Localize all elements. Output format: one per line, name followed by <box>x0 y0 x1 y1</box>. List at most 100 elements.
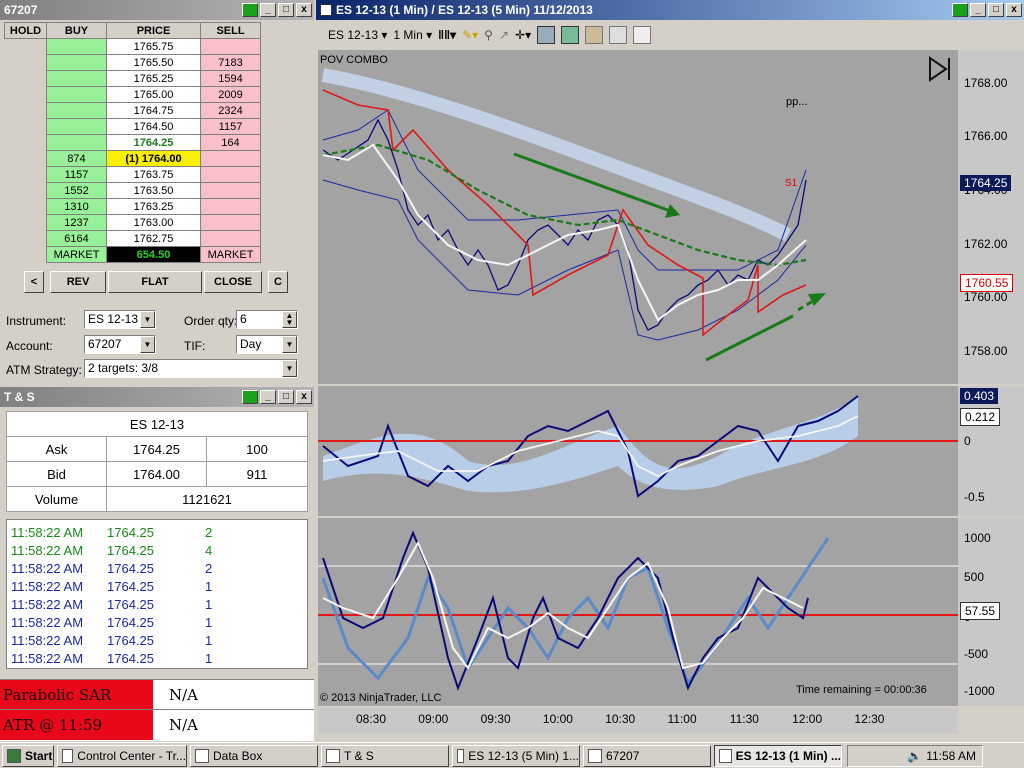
sell-cell[interactable] <box>200 182 261 199</box>
chevron-down-icon[interactable]: ▼ <box>282 336 297 353</box>
price-cell[interactable]: 1763.75 <box>106 166 201 183</box>
price-cell[interactable]: 1765.00 <box>106 86 201 103</box>
price-panel[interactable]: POV COMBO pp... S1 <box>318 50 958 384</box>
sell-cell[interactable]: 1594 <box>200 70 261 87</box>
pointer-icon[interactable]: ↗ <box>499 28 509 42</box>
hold-cell[interactable] <box>4 118 47 135</box>
close-button[interactable]: x <box>296 3 312 17</box>
taskbar-item[interactable]: Data Box <box>190 744 318 767</box>
pencil-icon[interactable]: ✎▾ <box>462 28 478 42</box>
buy-cell[interactable] <box>46 86 107 103</box>
account-select[interactable]: 67207 ▼ <box>84 335 156 354</box>
zoom-box-icon[interactable] <box>537 26 556 44</box>
hold-cell[interactable] <box>4 166 47 183</box>
price-cell[interactable]: 1765.25 <box>106 70 201 87</box>
rev-button[interactable]: REV <box>50 271 106 293</box>
bar-type-icon[interactable]: ‖‖▾ <box>438 28 456 42</box>
hold-cell[interactable] <box>4 38 47 55</box>
sell-cell[interactable]: 2324 <box>200 102 261 119</box>
order-qty-stepper[interactable]: 6 ▲ ▼ <box>236 310 298 329</box>
sell-cell[interactable] <box>200 214 261 231</box>
minimize-button[interactable]: _ <box>970 3 986 17</box>
price-cell[interactable]: (1) 1764.00 <box>106 150 201 167</box>
hold-cell[interactable] <box>4 198 47 215</box>
buy-cell[interactable]: 1237 <box>46 214 107 231</box>
sell-cell[interactable] <box>200 38 261 55</box>
time-axis[interactable]: 08:30 09:00 09:30 10:00 10:30 11:00 11:30 12:00… <box>318 708 958 734</box>
flat-button[interactable]: FLAT <box>108 271 202 293</box>
zoom-icon[interactable]: ⚲ <box>484 28 493 42</box>
link-icon[interactable] <box>242 390 258 404</box>
osc1-axis[interactable]: 0 -0.5 0.403 0.212 <box>958 386 1024 516</box>
atm-select[interactable]: 2 targets: 3/8 ▼ <box>84 359 298 378</box>
taskbar-item[interactable]: Control Center - Tr... <box>57 744 187 767</box>
minimize-button[interactable]: _ <box>260 390 276 404</box>
left-button[interactable]: < <box>24 271 44 293</box>
market-buy-button[interactable]: MARKET <box>46 246 107 263</box>
taskbar-item[interactable]: T & S <box>321 744 449 767</box>
minimize-button[interactable]: _ <box>260 3 276 17</box>
link-icon[interactable] <box>242 3 258 17</box>
interval-selector[interactable]: 1 Min ▾ <box>393 28 432 42</box>
hold-cell[interactable] <box>4 150 47 167</box>
hold-cell[interactable] <box>4 230 47 247</box>
buy-cell[interactable] <box>46 70 107 87</box>
buy-cell[interactable] <box>46 134 107 151</box>
close-button[interactable]: x <box>296 390 312 404</box>
instrument-select[interactable]: ES 12-13 ▼ <box>84 310 156 329</box>
start-button[interactable]: Start <box>2 744 54 767</box>
dom-titlebar[interactable]: 67207 _ □ x <box>0 0 314 20</box>
price-cell[interactable]: 1763.50 <box>106 182 201 199</box>
maximize-button[interactable]: □ <box>278 3 294 17</box>
indicators-icon[interactable] <box>609 26 628 44</box>
close-position-button[interactable]: CLOSE <box>204 271 262 293</box>
maximize-button[interactable]: □ <box>988 3 1004 17</box>
instrument-selector[interactable]: ES 12-13 ▾ <box>328 28 387 42</box>
price-cell[interactable]: 1765.50 <box>106 54 201 71</box>
oscillator-panel-1[interactable] <box>318 386 958 516</box>
price-cell[interactable]: 1763.25 <box>106 198 201 215</box>
sell-cell[interactable] <box>200 150 261 167</box>
taskbar-item[interactable]: ES 12-13 (5 Min) 1... <box>452 744 580 767</box>
chevron-down-icon[interactable]: ▼ <box>140 336 155 353</box>
hold-cell[interactable] <box>4 134 47 151</box>
replay-icon[interactable] <box>929 56 948 82</box>
crosshair-icon[interactable]: ✛▾ <box>515 28 531 42</box>
taskbar-item[interactable]: 67207 <box>583 744 711 767</box>
buy-cell[interactable]: 6164 <box>46 230 107 247</box>
taskbar-item-active[interactable]: ES 12-13 (1 Min) ... <box>714 744 842 767</box>
sell-cell[interactable]: 164 <box>200 134 261 151</box>
sell-cell[interactable] <box>200 230 261 247</box>
chart-trader-icon[interactable] <box>561 26 580 44</box>
chevron-down-icon[interactable]: ▼ <box>282 360 297 377</box>
strategies-icon[interactable] <box>585 26 604 44</box>
price-axis[interactable]: 1768.00 1766.00 1764.00 1762.00 1760.00 … <box>958 50 1024 384</box>
properties-icon[interactable] <box>633 26 652 44</box>
price-cell[interactable]: 1765.75 <box>106 38 201 55</box>
hold-cell[interactable] <box>4 102 47 119</box>
hold-cell[interactable] <box>4 182 47 199</box>
price-cell[interactable]: 1764.25 <box>106 134 201 151</box>
maximize-button[interactable]: □ <box>278 390 294 404</box>
price-cell[interactable]: 1762.75 <box>106 230 201 247</box>
oscillator-panel-2[interactable]: © 2013 NinjaTrader, LLC Time remaining =… <box>318 518 958 706</box>
ts-titlebar[interactable]: T & S _ □ x <box>0 387 314 407</box>
close-button[interactable]: x <box>1006 3 1022 17</box>
price-cell[interactable]: 1764.75 <box>106 102 201 119</box>
trade-list[interactable]: 11:58:22 AM 1764.25 2 11:58:22 AM 1764.25 4 11… <box>6 519 308 669</box>
sell-cell[interactable] <box>200 166 261 183</box>
buy-cell[interactable] <box>46 54 107 71</box>
sell-cell[interactable] <box>200 198 261 215</box>
buy-cell[interactable]: 874 <box>46 150 107 167</box>
buy-cell[interactable] <box>46 118 107 135</box>
hold-cell[interactable] <box>4 70 47 87</box>
link-icon[interactable] <box>952 3 968 17</box>
c-button[interactable]: C <box>268 271 288 293</box>
osc2-axis[interactable]: 1000 500 0 -500 -1000 57.55 <box>958 518 1024 706</box>
hold-cell[interactable] <box>4 214 47 231</box>
sell-cell[interactable]: 1157 <box>200 118 261 135</box>
chart-titlebar[interactable]: ES 12-13 (1 Min) / ES 12-13 (5 Min) 11/1… <box>316 0 1024 20</box>
buy-cell[interactable]: 1157 <box>46 166 107 183</box>
chevron-down-icon[interactable]: ▼ <box>140 311 155 328</box>
sell-cell[interactable]: 2009 <box>200 86 261 103</box>
